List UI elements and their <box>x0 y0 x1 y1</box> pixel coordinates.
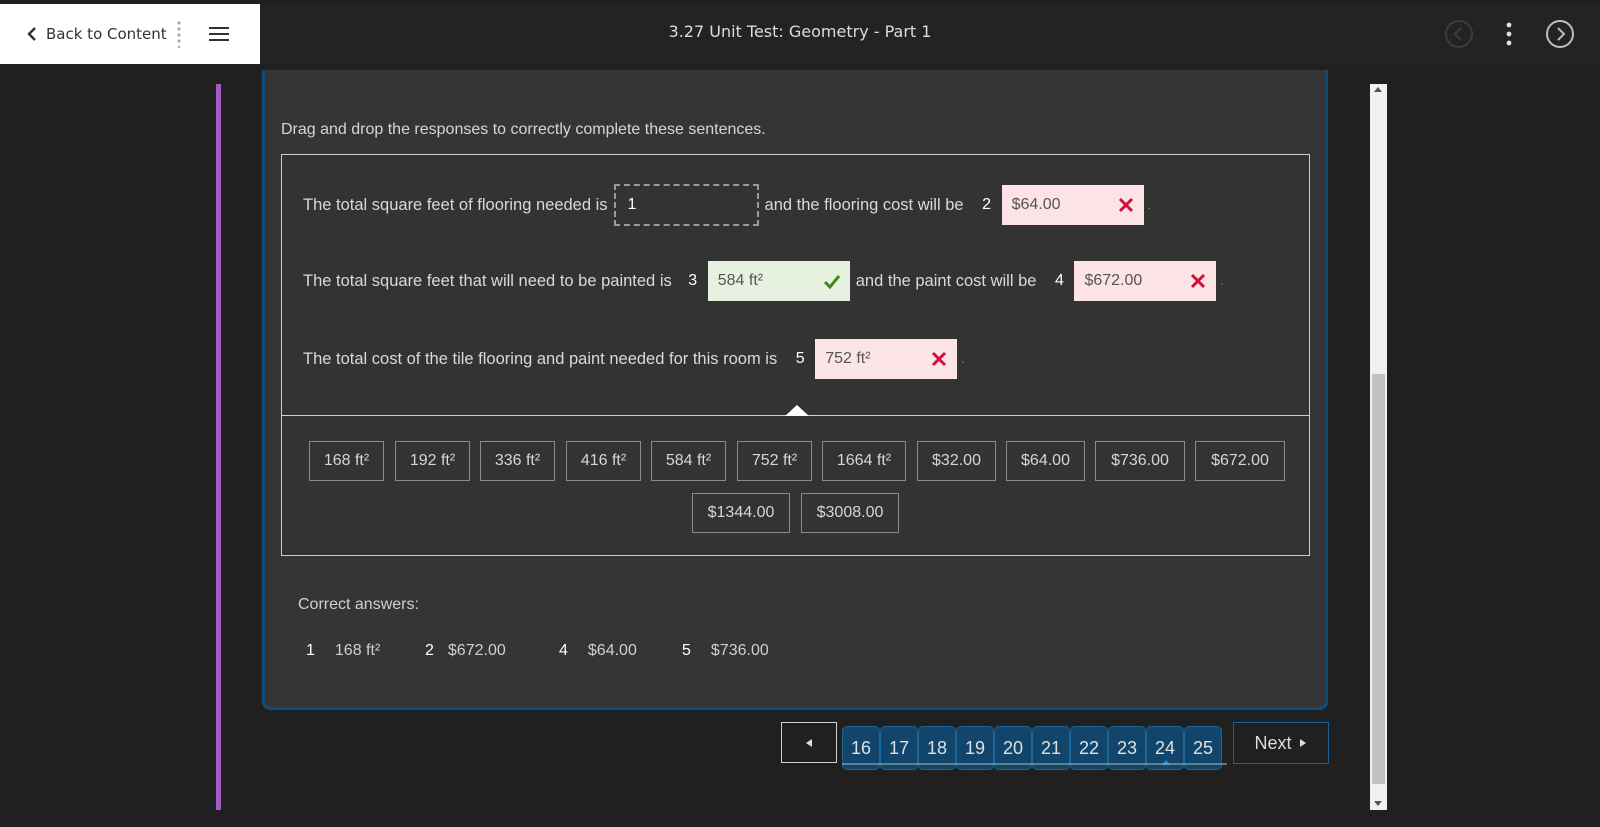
slot-value: 752 ft² <box>825 350 871 367</box>
caret-left-icon <box>806 738 812 747</box>
answer-number: 5 <box>682 642 691 659</box>
sentence-row: The total cost of the tile flooring and … <box>303 339 965 379</box>
response-chip[interactable]: 752 ft² <box>737 441 812 481</box>
back-to-content-label: Back to Content <box>46 25 167 43</box>
sentence-text: and the flooring cost will be <box>764 195 964 214</box>
top-bar-left: Back to Content <box>0 4 260 64</box>
caret-right-icon <box>1299 739 1306 747</box>
response-chip[interactable]: $3008.00 <box>801 493 899 533</box>
incorrect-icon <box>1118 197 1133 213</box>
sentence-text: The total square feet that will need to … <box>303 271 672 290</box>
scrollbar[interactable] <box>1370 84 1387 810</box>
correct-answer-item: 4 $64.00 <box>559 642 637 660</box>
scrollbar-thumb[interactable] <box>1372 374 1385 784</box>
response-chip[interactable]: $1344.00 <box>692 493 790 533</box>
top-bar: Back to Content 3.27 Unit Test: Geometry… <box>0 4 1600 64</box>
correct-answer-item: 2 $672.00 <box>425 642 506 660</box>
correct-answer-item: 1 168 ft² <box>306 642 380 660</box>
response-chip[interactable]: $64.00 <box>1006 441 1085 481</box>
response-chip[interactable]: $736.00 <box>1095 441 1185 481</box>
sentence-row: The total square feet of flooring needed… <box>303 184 1151 226</box>
page-title: 3.27 Unit Test: Geometry - Part 1 <box>668 22 932 41</box>
period-mark: . <box>961 352 965 366</box>
response-chip[interactable]: 416 ft² <box>566 441 641 481</box>
slot-value: $672.00 <box>1084 272 1143 289</box>
back-to-content-link[interactable]: Back to Content <box>24 23 167 45</box>
period-mark: . <box>1220 274 1224 288</box>
divider-dots-icon <box>177 21 181 48</box>
correct-answers-title: Correct answers: <box>298 596 419 613</box>
drop-slot[interactable]: 752 ft² <box>815 339 958 379</box>
period-mark: . <box>1147 198 1151 212</box>
answer-value: $64.00 <box>587 642 637 659</box>
answer-number: 1 <box>306 642 315 659</box>
answer-number: 2 <box>425 642 434 659</box>
incorrect-icon <box>932 351 947 367</box>
next-button-label: Next <box>1254 732 1292 753</box>
content-accent-bar <box>216 84 221 810</box>
response-chip[interactable]: 1664 ft² <box>822 441 906 481</box>
drop-slot[interactable]: $672.00 <box>1074 261 1217 301</box>
sentence-text: and the paint cost will be <box>855 271 1037 290</box>
drop-slot[interactable]: $64.00 <box>1001 185 1144 225</box>
correct-answer-item: 5 $736.00 <box>682 642 769 660</box>
choices-pointer <box>785 405 809 416</box>
answer-number: 4 <box>559 642 568 659</box>
answer-value: $672.00 <box>447 642 506 659</box>
scroll-down-arrow-icon[interactable] <box>1374 801 1382 806</box>
scroll-up-arrow-icon[interactable] <box>1374 87 1382 92</box>
drop-slot[interactable]: 1 <box>613 184 759 226</box>
answer-value: 168 ft² <box>334 642 381 659</box>
chevron-left-icon <box>27 27 36 41</box>
slot-value: 584 ft² <box>717 272 764 289</box>
drop-slot[interactable]: 584 ft² <box>707 261 850 301</box>
more-options-icon[interactable] <box>1503 20 1515 48</box>
incorrect-icon <box>1191 273 1206 289</box>
sentence-row: The total square feet that will need to … <box>303 261 1224 301</box>
answer-value: $736.00 <box>710 642 769 659</box>
blank-number: 3 <box>688 272 698 289</box>
response-chip[interactable]: 336 ft² <box>480 441 555 481</box>
slot-value: $64.00 <box>1011 196 1061 213</box>
pager-underline <box>842 763 1227 765</box>
pager-previous-button[interactable] <box>781 722 837 763</box>
response-chip[interactable]: $672.00 <box>1195 441 1285 481</box>
response-chip[interactable]: 192 ft² <box>395 441 470 481</box>
sentence-text: The total cost of the tile flooring and … <box>303 349 778 368</box>
question-instructions: Drag and drop the responses to correctly… <box>281 121 766 138</box>
response-chip[interactable]: $32.00 <box>917 441 996 481</box>
previous-activity-icon <box>1445 20 1473 48</box>
blank-number: 2 <box>982 196 992 213</box>
blank-number: 4 <box>1055 272 1064 289</box>
next-button[interactable]: Next <box>1233 722 1329 764</box>
response-chip[interactable]: 584 ft² <box>651 441 726 481</box>
response-chip[interactable]: 168 ft² <box>309 441 384 481</box>
blank-number: 5 <box>795 350 805 367</box>
menu-icon[interactable] <box>208 25 230 43</box>
next-activity-icon[interactable] <box>1545 19 1575 49</box>
correct-check-icon <box>823 275 840 289</box>
sentence-box: The total square feet of flooring needed… <box>281 154 1310 556</box>
sentence-text: The total square feet of flooring needed… <box>303 195 608 214</box>
